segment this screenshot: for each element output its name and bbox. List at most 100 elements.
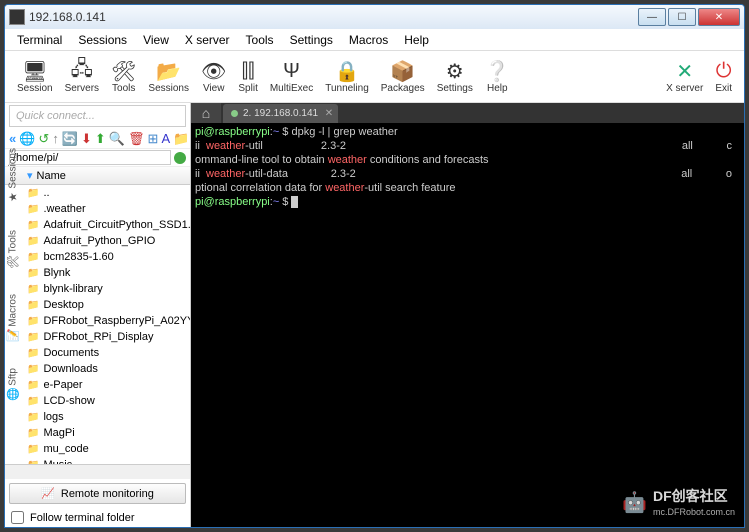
sftp-tool-2[interactable]: ↑ <box>52 131 59 146</box>
toolbar-help[interactable]: ❔Help <box>479 57 516 96</box>
sftp-tool-6[interactable]: 🔍 <box>109 131 125 147</box>
folder-icon: 📁 <box>27 268 39 279</box>
file-row[interactable]: 📁Adafruit_Python_GPIO <box>5 233 190 249</box>
follow-terminal-label: Follow terminal folder <box>30 512 135 524</box>
sidetab-sftp[interactable]: 🌐Sftp <box>4 366 22 403</box>
terminal[interactable]: pi@raspberrypi:~ $ dpkg -l | grep weathe… <box>191 123 744 527</box>
sidetab-sessions[interactable]: ★Sessions <box>4 146 22 206</box>
toolbar-settings[interactable]: ⚙Settings <box>431 57 479 96</box>
sftp-tool-7[interactable]: 🗑 <box>128 131 145 147</box>
toolbar-servers[interactable]: 🖧Servers <box>59 57 105 96</box>
remote-monitoring-button[interactable]: 📈 Remote monitoring <box>9 483 186 504</box>
h-scrollbar[interactable] <box>5 464 190 479</box>
window-title: 192.168.0.141 <box>29 10 638 24</box>
titlebar: 192.168.0.141 — ☐ ✕ <box>5 5 744 29</box>
nav-collapse-icon[interactable]: « <box>9 131 16 146</box>
folder-icon: 📁 <box>27 412 39 423</box>
quick-connect-input[interactable]: Quick connect... <box>9 105 186 127</box>
file-row[interactable]: 📁Downloads <box>5 361 190 377</box>
help-icon: ❔ <box>485 59 510 83</box>
tab-close-icon[interactable]: ✕ <box>325 108 333 119</box>
sidebar: Quick connect... « 🌐↺↑🔄⬇⬆🔍🗑⊞A📁📄 ▾Name 📁.… <box>5 103 191 527</box>
folder-icon: 📁 <box>27 300 39 311</box>
folder-icon: 📁 <box>27 444 39 455</box>
file-row[interactable]: 📁logs <box>5 409 190 425</box>
file-row[interactable]: 📁DFRobot_RPi_Display <box>5 329 190 345</box>
folder-icon: 📁 <box>27 428 39 439</box>
toolbar-session[interactable]: 🖥Session <box>11 57 59 96</box>
sftp-tool-4[interactable]: ⬇ <box>81 131 92 147</box>
close-button[interactable]: ✕ <box>698 8 740 26</box>
file-row[interactable]: 📁MagPi <box>5 425 190 441</box>
menu-terminal[interactable]: Terminal <box>9 33 70 47</box>
menu-settings[interactable]: Settings <box>282 33 341 47</box>
status-ok-icon <box>174 152 186 164</box>
menu-view[interactable]: View <box>135 33 177 47</box>
file-list[interactable]: 📁..📁.weather📁Adafruit_CircuitPython_SSD1… <box>5 185 190 464</box>
file-row[interactable]: 📁Documents <box>5 345 190 361</box>
file-row[interactable]: 📁e-Paper <box>5 377 190 393</box>
file-row[interactable]: 📁Music <box>5 457 190 464</box>
toolbar-packages[interactable]: 📦Packages <box>375 57 431 96</box>
tab-home[interactable]: ⌂ <box>191 103 221 123</box>
tools-icon: 🛠 <box>111 59 136 83</box>
folder-icon: 📁 <box>27 364 39 375</box>
sessions-icon: 📂 <box>156 59 181 83</box>
sftp-tool-1[interactable]: ↺ <box>38 131 49 147</box>
toolbar-tunneling[interactable]: 🔒Tunneling <box>319 57 375 96</box>
minimize-button[interactable]: — <box>638 8 666 26</box>
sftp-tool-0[interactable]: 🌐 <box>19 131 35 147</box>
toolbar-tools[interactable]: 🛠Tools <box>105 57 142 96</box>
file-row[interactable]: 📁bcm2835-1.60 <box>5 249 190 265</box>
tunneling-icon: 🔒 <box>335 59 360 83</box>
sftp-tool-8[interactable]: ⊞ <box>148 131 159 147</box>
sftp-tool-3[interactable]: 🔄 <box>62 131 78 147</box>
watermark: 🤖 DF创客社区 mc.DFRobot.com.cn <box>622 486 735 518</box>
servers-icon: 🖧 <box>71 59 93 83</box>
toolbar-exit[interactable]: ⏻Exit <box>709 57 738 96</box>
file-row[interactable]: 📁mu_code <box>5 441 190 457</box>
toolbar-x-server[interactable]: ✕X server <box>660 57 709 96</box>
sidetab-tools[interactable]: 🛠Tools <box>4 228 22 270</box>
sftp-tool-10[interactable]: 📁 <box>173 131 189 147</box>
folder-icon: 📁 <box>27 396 39 407</box>
file-row[interactable]: 📁DFRobot_RaspberryPi_A02YY.. <box>5 313 190 329</box>
maximize-button[interactable]: ☐ <box>668 8 696 26</box>
file-row[interactable]: 📁blynk-library <box>5 281 190 297</box>
file-row[interactable]: 📁Adafruit_CircuitPython_SSD1.. <box>5 217 190 233</box>
session-icon: 🖥 <box>22 59 47 83</box>
path-input[interactable] <box>9 150 171 165</box>
folder-icon: 📁 <box>27 284 39 295</box>
file-row[interactable]: 📁Blynk <box>5 265 190 281</box>
toolbar-view[interactable]: 👁View <box>195 57 232 96</box>
toolbar-multiexec[interactable]: ΨMultiExec <box>264 57 319 96</box>
file-header-name[interactable]: ▾Name <box>5 167 190 185</box>
folder-icon: 📁 <box>27 316 39 327</box>
packages-icon: 📦 <box>390 59 415 83</box>
menu-macros[interactable]: Macros <box>341 33 396 47</box>
exit-icon: ⏻ <box>716 59 732 83</box>
toolbar-split[interactable]: ⫿⫿Split <box>232 57 263 96</box>
sidetab-macros[interactable]: 📝Macros <box>4 292 22 344</box>
terminal-tab[interactable]: 2. 192.168.0.141 ✕ <box>223 104 338 123</box>
menu-sessions[interactable]: Sessions <box>70 33 135 47</box>
monitor-icon: 📈 <box>41 487 55 500</box>
folder-icon: 📁 <box>27 380 39 391</box>
toolbar-sessions[interactable]: 📂Sessions <box>142 57 195 96</box>
file-row[interactable]: 📁.. <box>5 185 190 201</box>
file-row[interactable]: 📁LCD-show <box>5 393 190 409</box>
app-icon <box>9 9 25 25</box>
menu-help[interactable]: Help <box>396 33 437 47</box>
menu-tools[interactable]: Tools <box>238 33 282 47</box>
sftp-tool-9[interactable]: A <box>161 131 170 146</box>
folder-icon: 📁 <box>27 204 39 215</box>
x-server-icon: ✕ <box>676 59 693 83</box>
sftp-tool-5[interactable]: ⬆ <box>95 131 106 147</box>
follow-terminal-checkbox[interactable] <box>11 511 24 524</box>
terminal-area: ⌂ 2. 192.168.0.141 ✕ pi@raspberrypi:~ $ … <box>191 103 744 527</box>
menu-x-server[interactable]: X server <box>177 33 238 47</box>
multiexec-icon: Ψ <box>283 59 300 83</box>
file-row[interactable]: 📁.weather <box>5 201 190 217</box>
file-row[interactable]: 📁Desktop <box>5 297 190 313</box>
settings-icon: ⚙ <box>446 59 464 83</box>
